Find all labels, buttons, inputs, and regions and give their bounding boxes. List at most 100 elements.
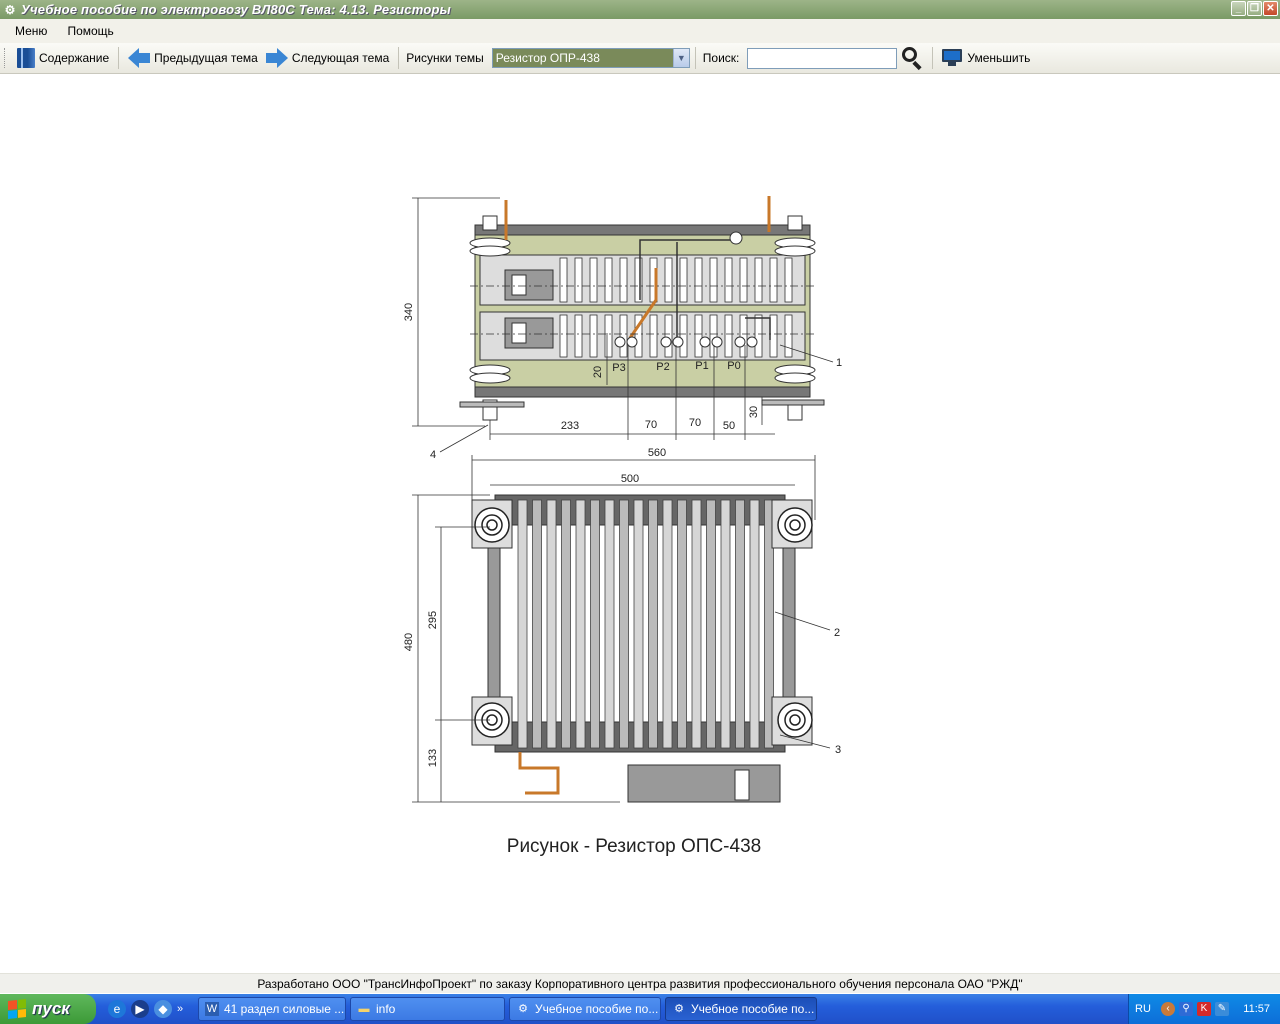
word-icon: W <box>205 1002 219 1016</box>
front-view: 500 480 295 133 2 3 <box>403 473 841 803</box>
task-button-word[interactable]: W 41 раздел силовые ... <box>198 997 346 1021</box>
window-controls: _ ❐ ✕ <box>1231 1 1278 16</box>
resistor-drawing: 340 20 233 70 70 50 30 560 Р3 Р2 Р1 Р0 1… <box>403 196 842 803</box>
resistor-ribbon <box>561 499 571 749</box>
contents-button[interactable]: Содержание <box>13 46 113 70</box>
resistor-ribbon <box>633 499 644 749</box>
resistor-slot <box>559 314 568 358</box>
search-icon[interactable] <box>900 46 924 71</box>
terminal-p3: Р3 <box>612 362 625 374</box>
dim-480: 480 <box>403 633 415 651</box>
search-input[interactable] <box>747 47 898 69</box>
shrink-button[interactable]: Уменьшить <box>938 46 1034 70</box>
search-label: Поиск: <box>702 51 740 65</box>
dim-340: 340 <box>403 303 415 321</box>
close-icon[interactable]: ✕ <box>1263 1 1278 16</box>
resistor-slot <box>784 257 793 303</box>
figure-caption: Рисунок - Резистор ОПС-438 <box>506 836 762 857</box>
prev-topic-button[interactable]: Предыдущая тема <box>124 46 262 70</box>
terminal-p0: Р0 <box>727 360 740 372</box>
footer-credits: Разработано ООО "ТрансИнфоПроект" по зак… <box>0 973 1280 993</box>
resistor-slot <box>574 257 583 303</box>
shrink-label: Уменьшить <box>967 51 1031 65</box>
resistor-ribbon <box>648 499 658 749</box>
task-label: Учебное пособие по... <box>691 1002 815 1016</box>
resistor-ribbon <box>706 499 716 749</box>
resistor-ribbon <box>735 499 745 749</box>
callout-2: 2 <box>834 627 840 639</box>
restore-icon[interactable]: ❐ <box>1247 1 1262 16</box>
resistor-slot <box>709 257 718 303</box>
resistor-ribbon <box>590 499 600 749</box>
dim-500: 500 <box>621 473 639 485</box>
chevron-down-icon[interactable]: ▼ <box>672 49 689 67</box>
gear-icon: ⚙ <box>4 2 16 17</box>
start-label: пуск <box>32 999 70 1018</box>
ie-icon[interactable]: e <box>108 1000 126 1018</box>
arrow-right-icon <box>265 48 288 68</box>
chevron-left-icon[interactable]: ‹ <box>1161 1002 1175 1016</box>
top-view: 340 20 233 70 70 50 30 560 Р3 Р2 Р1 Р0 1… <box>403 196 842 520</box>
minimize-icon[interactable]: _ <box>1231 1 1246 16</box>
contents-label: Содержание <box>39 51 110 65</box>
resistor-slot <box>724 257 733 303</box>
dim-50: 50 <box>723 420 735 432</box>
resistor-ribbon <box>619 499 629 749</box>
prev-topic-label: Предыдущая тема <box>154 51 258 65</box>
chevron-right-icon[interactable]: » <box>177 1003 183 1015</box>
dim-560: 560 <box>648 447 666 459</box>
menu-bar: Меню Помощь <box>0 19 1280 43</box>
resistor-slot <box>664 257 673 303</box>
resistor-slot <box>679 257 688 303</box>
task-button-app-2[interactable]: ⚙ Учебное пособие по... <box>665 997 817 1021</box>
resistor-ribbon <box>662 499 673 749</box>
dim-30: 30 <box>748 406 760 418</box>
resistor-slot <box>679 314 688 358</box>
menu-item-help[interactable]: Помощь <box>57 19 123 43</box>
resistor-slot <box>619 314 628 358</box>
resistor-ribbon <box>677 499 687 749</box>
next-topic-button[interactable]: Следующая тема <box>262 46 393 70</box>
monitor-icon <box>942 49 963 67</box>
resistor-slot <box>694 257 703 303</box>
media-player-icon[interactable]: ▶ <box>131 1000 149 1018</box>
toolbar-grip[interactable] <box>4 48 7 68</box>
figures-select-value: Резистор ОПР-438 <box>492 49 673 67</box>
resistor-ribbon <box>546 499 557 749</box>
resistor-slot <box>589 314 598 358</box>
resistor-ribbon <box>720 499 731 749</box>
book-icon <box>17 48 35 68</box>
task-label: 41 раздел силовые ... <box>224 1002 345 1016</box>
toolbar-separator <box>694 47 696 69</box>
resistor-ribbon <box>517 499 528 749</box>
antivirus-icon[interactable]: K <box>1197 1002 1211 1016</box>
safely-remove-icon[interactable]: ✎ <box>1215 1002 1229 1016</box>
resistor-slot <box>754 257 763 303</box>
start-button[interactable]: пуск <box>0 994 96 1024</box>
next-topic-label: Следующая тема <box>291 51 390 65</box>
resistor-ribbon <box>604 499 615 749</box>
resistor-ribbon <box>575 499 586 749</box>
window-title: Учебное пособие по электровозу ВЛ80С Тем… <box>21 2 451 17</box>
arrow-left-icon <box>128 48 151 68</box>
gear-icon: ⚙ <box>518 1003 528 1015</box>
task-button-app-1[interactable]: ⚙ Учебное пособие по... <box>509 997 661 1021</box>
figures-select[interactable]: Резистор ОПР-438 ▼ <box>491 48 690 68</box>
language-indicator[interactable]: RU <box>1135 1003 1157 1015</box>
resistor-slot <box>754 314 763 358</box>
desktop-icon[interactable]: ◆ <box>154 1000 172 1018</box>
menu-item-menu[interactable]: Меню <box>0 19 57 43</box>
resistor-slot <box>739 314 748 358</box>
resistor-slot <box>784 314 793 358</box>
resistor-ribbon <box>532 499 542 749</box>
figures-label: Рисунки темы <box>406 51 484 65</box>
resistor-slot <box>559 257 568 303</box>
task-button-folder[interactable]: ▬ info <box>350 997 505 1021</box>
resistor-slot <box>634 257 643 303</box>
system-tray: RU ‹ ⚲ K ✎ 11:57 <box>1128 994 1280 1024</box>
dim-295: 295 <box>427 611 439 629</box>
network-icon[interactable]: ⚲ <box>1179 1002 1193 1016</box>
windows-logo-icon <box>8 999 26 1019</box>
callout-3: 3 <box>835 744 841 756</box>
quick-launch: e ▶ ◆ » <box>108 1000 194 1018</box>
